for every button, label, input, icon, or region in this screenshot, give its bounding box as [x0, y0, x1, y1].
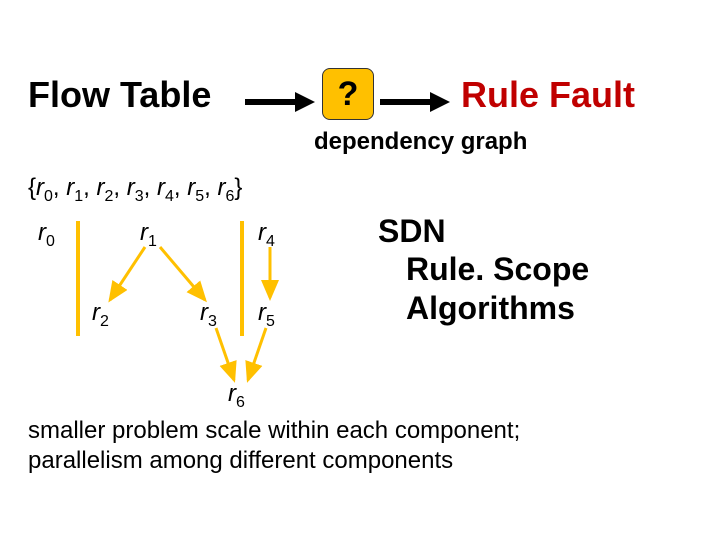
graph-node-r1: r1	[140, 219, 157, 251]
rule-fault-label: Rule Fault	[461, 74, 635, 116]
graph-node-r3: r3	[200, 299, 217, 331]
graph-node-r2: r2	[92, 299, 109, 331]
arrow-right-icon	[245, 90, 315, 114]
flow-table-label: Flow Table	[28, 74, 211, 116]
sdn-line1: SDN	[378, 212, 589, 250]
graph-node-r4: r4	[258, 219, 275, 251]
sdn-block: SDN Rule. Scope Algorithms	[378, 212, 589, 327]
rule-set: {r0, r1, r2, r3, r4, r5, r6}	[28, 174, 242, 206]
sdn-line3: Algorithms	[378, 289, 589, 327]
question-mark-icon: ?	[338, 75, 359, 114]
separator-bar	[76, 221, 80, 336]
bottom-line1: smaller problem scale within each compon…	[28, 416, 520, 446]
graph-node-r5: r5	[258, 299, 275, 331]
arrow-right-icon	[380, 90, 450, 114]
question-box: ?	[322, 68, 374, 120]
sdn-line2: Rule. Scope	[378, 250, 589, 288]
graph-node-r0: r0	[38, 219, 55, 251]
dependency-graph-label: dependency graph	[314, 128, 527, 156]
bottom-line2: parallelism among different components	[28, 446, 520, 476]
graph-node-r6: r6	[228, 380, 245, 412]
bottom-text: smaller problem scale within each compon…	[28, 416, 520, 476]
separator-bar	[240, 221, 244, 336]
